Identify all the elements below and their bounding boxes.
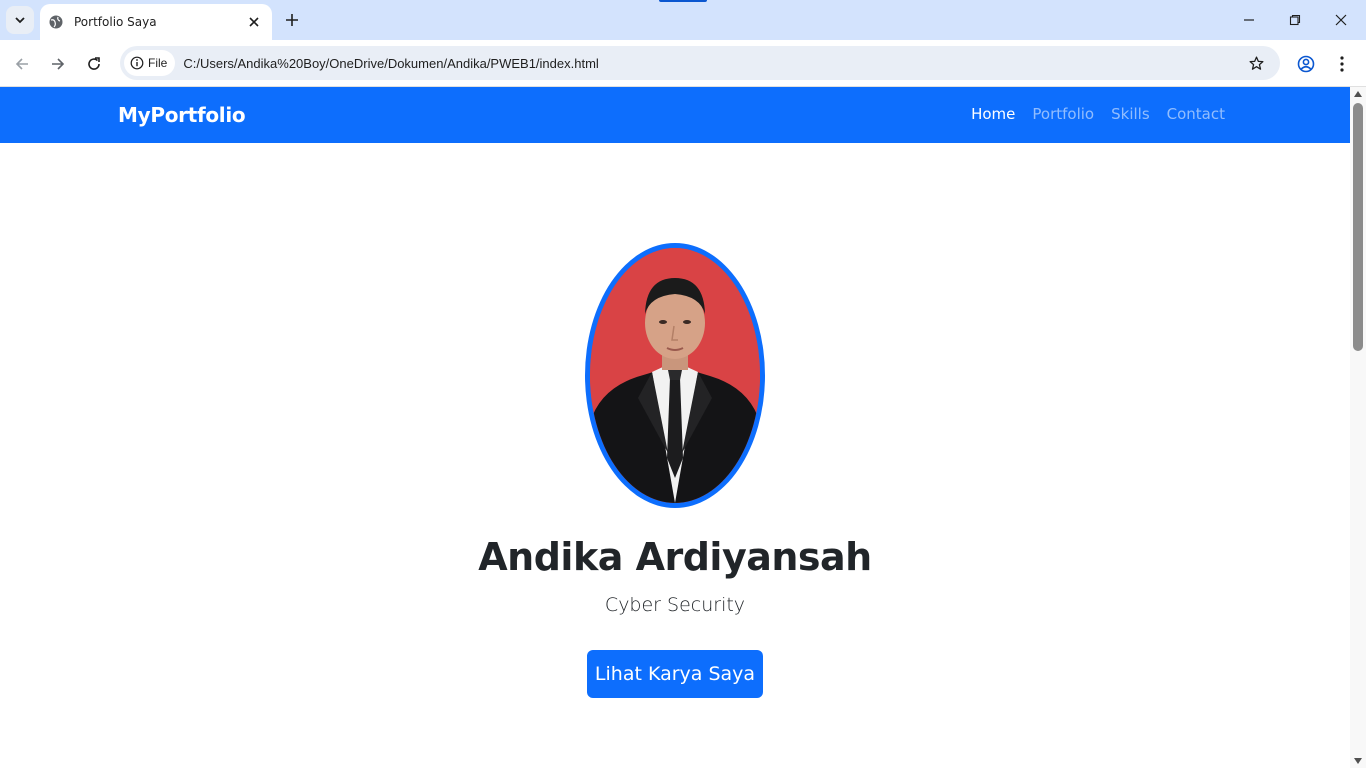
forward-arrow-icon <box>52 58 65 70</box>
globe-icon <box>48 14 64 30</box>
navbar-links: Home Portfolio Skills Contact <box>971 105 1225 123</box>
tab-strip: Portfolio Saya <box>0 0 1366 40</box>
minimize-icon <box>1244 19 1254 21</box>
hero-name: Andika Ardiyansah <box>478 535 872 579</box>
hero-role: Cyber Security <box>604 594 746 616</box>
reload-button[interactable] <box>80 50 108 78</box>
nav-link-skills[interactable]: Skills <box>1111 105 1150 123</box>
window-close-icon <box>1335 14 1347 26</box>
navbar-brand[interactable]: MyPortfolio <box>118 103 246 127</box>
view-work-button[interactable]: Lihat Karya Saya <box>587 650 763 698</box>
nav-link-contact[interactable]: Contact <box>1167 105 1225 123</box>
scroll-up-arrow-icon[interactable] <box>1354 91 1362 97</box>
bookmark-button[interactable] <box>1242 49 1270 77</box>
scrollbar-thumb[interactable] <box>1353 103 1363 351</box>
reload-icon <box>88 57 100 70</box>
browser-tab[interactable]: Portfolio Saya <box>40 4 272 40</box>
site-info-chip[interactable]: File <box>124 50 176 76</box>
tab-search-icon <box>15 17 25 24</box>
tab-title: Portfolio Saya <box>74 15 157 29</box>
scroll-down-arrow-icon[interactable] <box>1354 758 1362 764</box>
url-text[interactable]: C:/Users/Andika%20Boy/OneDrive/Dokumen/A… <box>183 56 1242 71</box>
plus-icon <box>286 14 298 26</box>
window-close-button[interactable] <box>1318 0 1364 40</box>
page-viewport: MyPortfolio Home Portfolio Skills Contac… <box>0 87 1350 768</box>
profile-button[interactable] <box>1292 50 1320 78</box>
page-scrollbar[interactable] <box>1350 87 1366 768</box>
menu-dots-icon <box>1340 56 1344 72</box>
back-button[interactable] <box>8 50 36 78</box>
restore-button[interactable] <box>1272 0 1318 40</box>
address-bar[interactable]: File C:/Users/Andika%20Boy/OneDrive/Doku… <box>120 46 1280 80</box>
browser-menu-button[interactable] <box>1328 50 1356 78</box>
close-icon[interactable] <box>244 12 264 32</box>
profile-photo-illustration <box>590 248 760 503</box>
info-icon <box>130 56 144 70</box>
site-chip-label: File <box>148 56 168 70</box>
site-navbar: MyPortfolio Home Portfolio Skills Contac… <box>0 87 1350 143</box>
new-tab-button[interactable] <box>280 8 304 32</box>
nav-link-home[interactable]: Home <box>971 105 1015 123</box>
star-icon <box>1248 55 1264 70</box>
forward-button[interactable] <box>44 50 72 78</box>
restore-icon <box>1289 14 1301 26</box>
tab-search-button[interactable] <box>6 6 34 34</box>
nav-link-portfolio[interactable]: Portfolio <box>1032 105 1094 123</box>
tab-strip-indicator <box>659 0 707 2</box>
profile-photo <box>585 243 765 508</box>
profile-icon <box>1297 55 1315 73</box>
minimize-button[interactable] <box>1226 0 1272 40</box>
browser-toolbar: File C:/Users/Andika%20Boy/OneDrive/Doku… <box>0 40 1366 87</box>
back-arrow-icon <box>15 58 28 70</box>
